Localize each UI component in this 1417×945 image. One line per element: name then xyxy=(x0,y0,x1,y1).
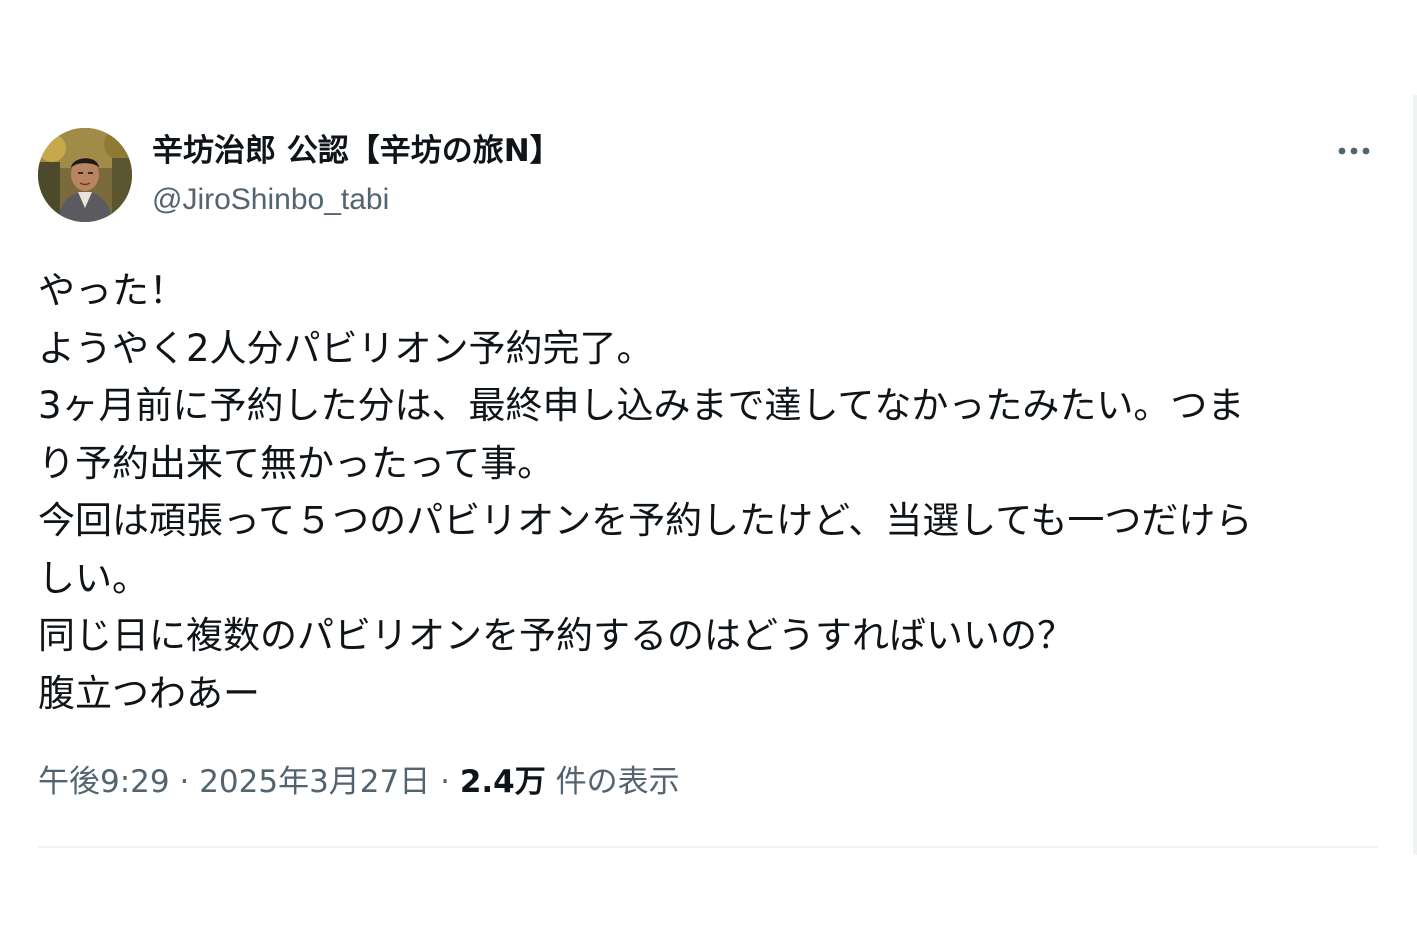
tweet-text-line: 同じ日に複数のパビリオンを予約するのはどうすればいいの？ xyxy=(38,614,1074,657)
more-horizontal-icon xyxy=(1338,147,1370,155)
views-label: 件の表示 xyxy=(545,764,680,800)
tweet-text-line: り予約出来て無かったって事。 xyxy=(38,441,555,485)
tweet-card: 辛坊治郎 公認【辛坊の旅N】 @JiroShinbo_tabi やった！ ようや… xyxy=(0,0,1417,945)
tweet-text-line: しい。 xyxy=(38,556,149,600)
tweet-text-line: やった！ xyxy=(38,269,186,312)
author-handle[interactable]: @JiroShinbo_tabi xyxy=(152,180,389,220)
scrollbar-track xyxy=(1413,95,1417,855)
avatar-photo-icon xyxy=(38,128,132,222)
author-display-name[interactable]: 辛坊治郎 公認【辛坊の旅N】 xyxy=(152,131,561,171)
post-time[interactable]: 午後9:29 xyxy=(38,764,170,800)
tweet-text-line: ようやく2人分パビリオン予約完了。 xyxy=(38,326,654,370)
tweet-text: やった！ ようやく2人分パビリオン予約完了。 3ヶ月前に予約した分は、最終申し込… xyxy=(38,262,1378,722)
post-date[interactable]: 2025年3月27日 xyxy=(199,764,430,800)
meta-separator: · xyxy=(169,764,200,800)
meta-separator: · xyxy=(430,764,460,800)
views-count[interactable]: 2.4万 xyxy=(460,764,546,800)
tweet-metadata: 午後9:29 · 2025年3月27日 · 2.4万 件の表示 xyxy=(38,761,680,803)
tweet-text-line: 3ヶ月前に予約した分は、最終申し込みまで達してなかったみたい。つま xyxy=(38,384,1245,427)
author-avatar[interactable] xyxy=(38,128,132,222)
tweet-text-line: 腹立つわあー xyxy=(38,671,260,715)
divider xyxy=(38,846,1378,848)
more-options-button[interactable] xyxy=(1330,136,1378,166)
tweet-text-line: 今回は頑張って５つのパビリオンを予約したけど、当選しても一つだけら xyxy=(38,499,1253,542)
